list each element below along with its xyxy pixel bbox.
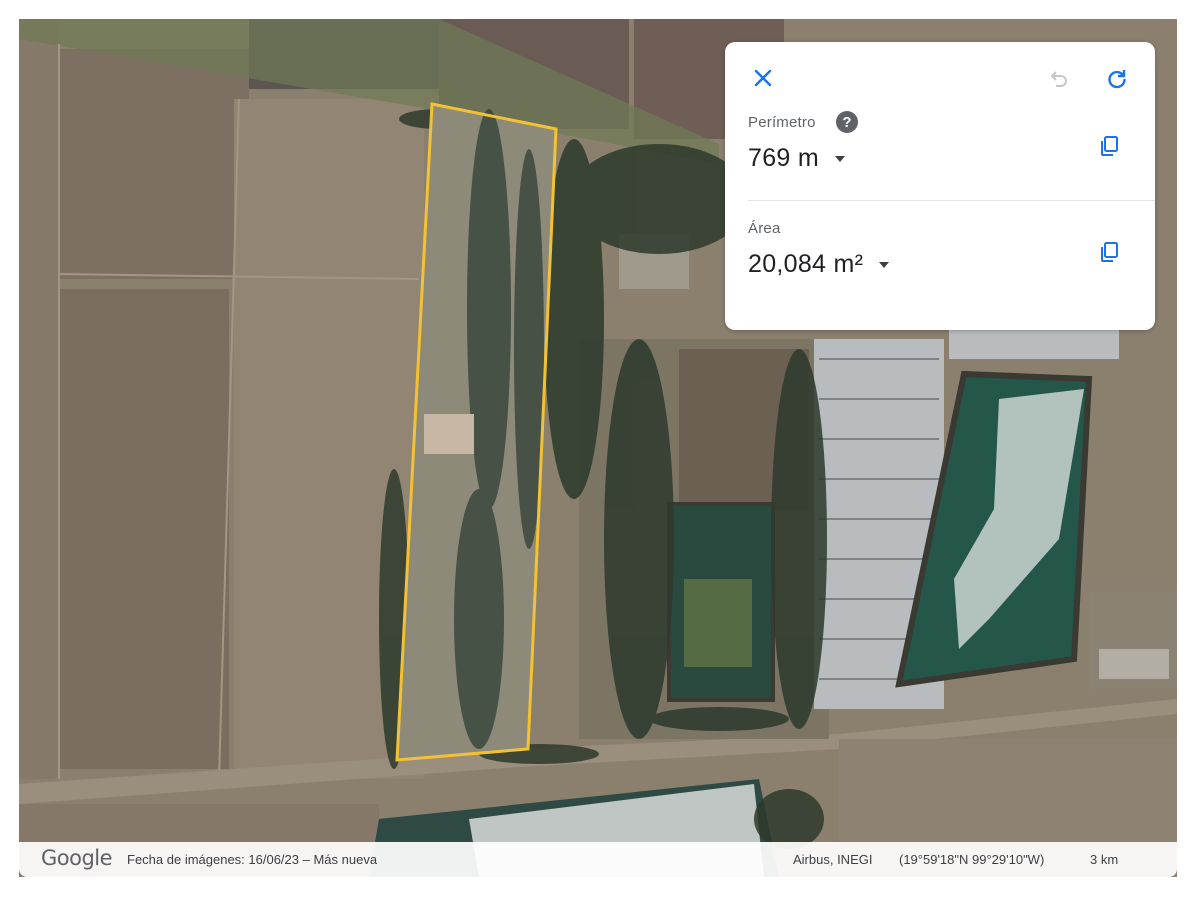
perimeter-value: 769 m [748,144,819,172]
caret-down-icon [879,261,890,268]
copy-perimeter-button[interactable] [1093,130,1125,162]
divider [748,200,1155,201]
area-label: Área [748,220,781,237]
close-button[interactable] [747,62,779,94]
area-unit-dropdown[interactable]: 20,084 m² [748,250,890,279]
caret-down-icon [834,155,845,162]
imagery-attribution: Airbus, INEGI [793,852,873,867]
help-icon[interactable]: ? [836,111,858,133]
measure-distance-panel: Perímetro ? 769 m Área 20,084 m² [725,42,1155,330]
close-icon [754,69,772,87]
google-logo: Google [41,846,113,870]
area-value: 20,084 m² [748,250,864,278]
copy-icon [1101,242,1118,262]
map-footer: Google Fecha de imágenes: 16/06/23 – Más… [19,842,1177,877]
redo-icon [1108,70,1126,89]
undo-button[interactable] [1042,62,1074,94]
imagery-date[interactable]: Fecha de imágenes: 16/06/23 – Más nueva [127,852,377,867]
copy-area-button[interactable] [1093,236,1125,268]
coordinates-readout: (19°59'18"N 99°29'10"W) [899,852,1045,867]
redo-button[interactable] [1101,62,1133,94]
undo-icon [1050,71,1067,87]
perimeter-unit-dropdown[interactable]: 769 m [748,144,845,173]
perimeter-label: Perímetro [748,114,816,131]
copy-icon [1101,136,1118,156]
scale-indicator[interactable]: 3 km [1090,852,1118,867]
